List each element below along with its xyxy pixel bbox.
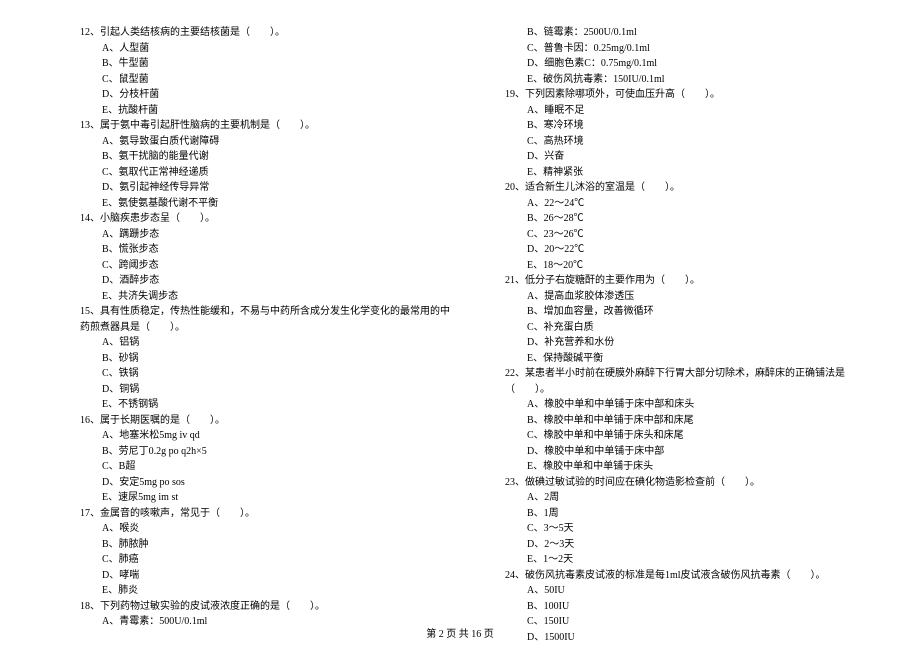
option-b: B、橡胶中单和中单铺于床中部和床尾 [505,413,880,429]
option-e: E、18～20℃ [505,258,880,274]
option-a: A、50IU [505,583,880,599]
option-e: E、共济失调步态 [80,289,455,305]
option-c: C、肺癌 [80,552,455,568]
option-e: E、速尿5mg im st [80,490,455,506]
option-b: B、链霉素：2500U/0.1ml [505,25,880,41]
question-text: 15、具有性质稳定，传热性能缓和，不易与中药所含成分发生化学变化的最常用的中药煎… [80,304,455,335]
question-text: 18、下列药物过敏实验的皮试液浓度正确的是（ ）。 [80,599,455,615]
option-c: C、氨取代正常神经递质 [80,165,455,181]
question-17: 17、金属音的咳嗽声，常见于（ ）。 A、喉炎 B、肺脓肿 C、肺癌 D、哮喘 … [80,506,455,599]
question-12: 12、引起人类结核病的主要结核菌是（ ）。 A、人型菌 B、牛型菌 C、鼠型菌 … [80,25,455,118]
option-c: C、高热环境 [505,134,880,150]
question-13: 13、属于氨中毒引起肝性脑病的主要机制是（ ）。 A、氨导致蛋白质代谢障碍 B、… [80,118,455,211]
option-a: A、喉炎 [80,521,455,537]
question-21: 21、低分子右旋糖酐的主要作用为（ ）。 A、提高血浆胶体渗透压 B、增加血容量… [505,273,880,366]
option-c: C、跨阈步态 [80,258,455,274]
question-text: 21、低分子右旋糖酐的主要作用为（ ）。 [505,273,880,289]
option-e: E、氨使氨基酸代谢不平衡 [80,196,455,212]
option-a: A、蹒跚步态 [80,227,455,243]
option-c: C、铁锅 [80,366,455,382]
option-e: E、保持酸碱平衡 [505,351,880,367]
question-text: 17、金属音的咳嗽声，常见于（ ）。 [80,506,455,522]
option-d: D、补充营养和水份 [505,335,880,351]
option-a: A、人型菌 [80,41,455,57]
option-d: D、哮喘 [80,568,455,584]
option-c: C、补充蛋白质 [505,320,880,336]
question-text: 16、属于长期医嘱的是（ ）。 [80,413,455,429]
option-a: A、提高血浆胶体渗透压 [505,289,880,305]
question-19: 19、下列因素除哪项外，可使血压升高（ ）。 A、睡眠不足 B、寒冷环境 C、高… [505,87,880,180]
question-18-cont: B、链霉素：2500U/0.1ml C、普鲁卡因：0.25mg/0.1ml D、… [505,25,880,87]
option-d: D、细胞色素C：0.75mg/0.1ml [505,56,880,72]
option-a: A、氨导致蛋白质代谢障碍 [80,134,455,150]
option-b: B、100IU [505,599,880,615]
option-a: A、2周 [505,490,880,506]
option-c: C、3～5天 [505,521,880,537]
option-d: D、安定5mg po sos [80,475,455,491]
option-e: E、精神紧张 [505,165,880,181]
option-b: B、肺脓肿 [80,537,455,553]
option-a: A、22～24℃ [505,196,880,212]
option-d: D、氨引起神经传导异常 [80,180,455,196]
option-a: A、橡胶中单和中单铺于床中部和床头 [505,397,880,413]
left-column: 12、引起人类结核病的主要结核菌是（ ）。 A、人型菌 B、牛型菌 C、鼠型菌 … [80,25,455,600]
question-14: 14、小脑疾患步态呈（ ）。 A、蹒跚步态 B、慌张步态 C、跨阈步态 D、酒醉… [80,211,455,304]
option-c: C、B超 [80,459,455,475]
option-e: E、破伤风抗毒素：150IU/0.1ml [505,72,880,88]
option-b: B、1周 [505,506,880,522]
option-b: B、寒冷环境 [505,118,880,134]
option-d: D、橡胶中单和中单铺于床中部 [505,444,880,460]
option-d: D、20～22℃ [505,242,880,258]
question-text: 13、属于氨中毒引起肝性脑病的主要机制是（ ）。 [80,118,455,134]
option-c: C、普鲁卡因：0.25mg/0.1ml [505,41,880,57]
option-b: B、慌张步态 [80,242,455,258]
option-d: D、2～3天 [505,537,880,553]
option-b: B、砂锅 [80,351,455,367]
option-b: B、劳尼丁0.2g po q2h×5 [80,444,455,460]
question-text: 24、破伤风抗毒素皮试液的标准是每1ml皮试液含破伤风抗毒素（ ）。 [505,568,880,584]
question-text: 23、做碘过敏试验的时间应在碘化物造影检查前（ ）。 [505,475,880,491]
question-23: 23、做碘过敏试验的时间应在碘化物造影检查前（ ）。 A、2周 B、1周 C、3… [505,475,880,568]
question-text: 12、引起人类结核病的主要结核菌是（ ）。 [80,25,455,41]
option-a: A、地塞米松5mg iv qd [80,428,455,444]
option-a: A、睡眠不足 [505,103,880,119]
option-c: C、鼠型菌 [80,72,455,88]
option-e: E、不锈钢锅 [80,397,455,413]
option-d: D、兴奋 [505,149,880,165]
option-c: C、橡胶中单和中单铺于床头和床尾 [505,428,880,444]
question-15: 15、具有性质稳定，传热性能缓和，不易与中药所含成分发生化学变化的最常用的中药煎… [80,304,455,413]
option-e: E、抗酸杆菌 [80,103,455,119]
right-column: B、链霉素：2500U/0.1ml C、普鲁卡因：0.25mg/0.1ml D、… [505,25,880,600]
option-d: D、铜锅 [80,382,455,398]
question-text: 22、某患者半小时前在硬膜外麻醉下行胃大部分切除术，麻醉床的正确铺法是（ ）。 [505,366,880,397]
question-text: 14、小脑疾患步态呈（ ）。 [80,211,455,227]
page-footer: 第 2 页 共 16 页 [0,625,920,640]
question-20: 20、适合新生儿沐浴的室温是（ ）。 A、22～24℃ B、26～28℃ C、2… [505,180,880,273]
option-b: B、牛型菌 [80,56,455,72]
option-d: D、酒醉步态 [80,273,455,289]
option-e: E、肺炎 [80,583,455,599]
option-d: D、分枝杆菌 [80,87,455,103]
question-text: 20、适合新生儿沐浴的室温是（ ）。 [505,180,880,196]
question-16: 16、属于长期医嘱的是（ ）。 A、地塞米松5mg iv qd B、劳尼丁0.2… [80,413,455,506]
option-a: A、铝锅 [80,335,455,351]
option-e: E、橡胶中单和中单铺于床头 [505,459,880,475]
option-b: B、增加血容量，改善微循环 [505,304,880,320]
option-c: C、23～26℃ [505,227,880,243]
option-e: E、1～2天 [505,552,880,568]
content-columns: 12、引起人类结核病的主要结核菌是（ ）。 A、人型菌 B、牛型菌 C、鼠型菌 … [80,25,880,600]
question-22: 22、某患者半小时前在硬膜外麻醉下行胃大部分切除术，麻醉床的正确铺法是（ ）。 … [505,366,880,475]
option-b: B、26～28℃ [505,211,880,227]
option-b: B、氨干扰脑的能量代谢 [80,149,455,165]
question-text: 19、下列因素除哪项外，可使血压升高（ ）。 [505,87,880,103]
